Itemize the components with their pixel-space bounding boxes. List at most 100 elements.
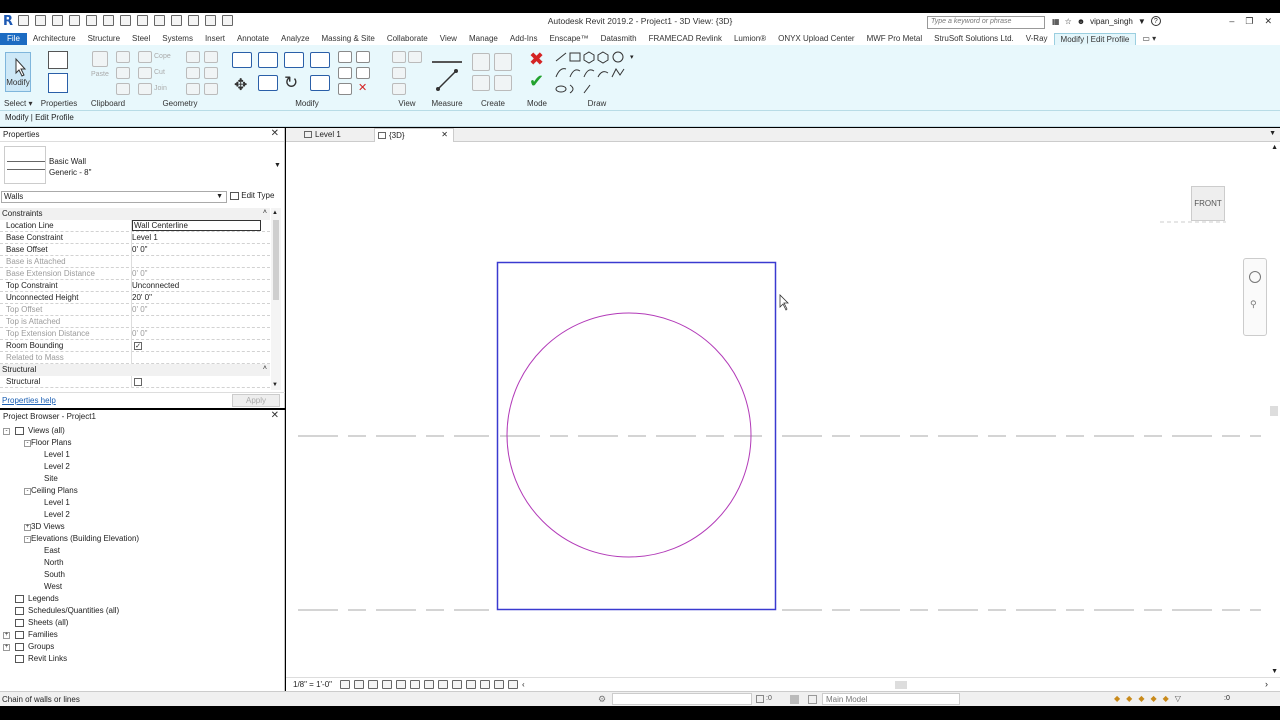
select-underlay-icon[interactable]: ◆	[1126, 694, 1132, 703]
design-option-select[interactable]: Main Model	[822, 693, 960, 705]
apply-button[interactable]: Apply	[232, 394, 280, 407]
filter-icon[interactable]: ▽	[1175, 694, 1181, 703]
tab-modify-edit-profile[interactable]: Modify | Edit Profile	[1053, 33, 1137, 45]
demolish-icon[interactable]	[204, 67, 218, 79]
beam-join-icon[interactable]	[186, 83, 200, 95]
tab-collaborate[interactable]: Collaborate	[381, 33, 434, 45]
tab-insert[interactable]: Insert	[199, 33, 231, 45]
main-model-icon[interactable]	[808, 695, 817, 704]
tab-enscape[interactable]: Enscape™	[543, 33, 594, 45]
minimize-icon[interactable]: –	[1229, 16, 1234, 27]
browser-node[interactable]: Sheets (all)	[28, 618, 68, 627]
help-icon[interactable]: ?	[1150, 16, 1161, 26]
create-parts-icon[interactable]	[494, 53, 512, 71]
type-selector[interactable]: Basic Wall Generic - 8"	[49, 156, 91, 178]
paint-icon[interactable]	[186, 67, 200, 79]
tab-level-1[interactable]: Level 1	[290, 128, 370, 142]
collapse-node-icon[interactable]: -	[24, 536, 31, 543]
browser-node[interactable]: 3D Views	[31, 522, 65, 531]
highlight-displacement-icon[interactable]	[508, 680, 518, 689]
wall-joins-icon[interactable]	[186, 51, 200, 63]
user-name[interactable]: vipan_singh	[1090, 17, 1133, 26]
create-similar-icon[interactable]	[494, 75, 512, 91]
tab-framecad-revlink[interactable]: FRAMECAD Revlink	[643, 33, 728, 45]
user-icon[interactable]: ☻	[1077, 17, 1085, 26]
type-properties-icon[interactable]	[48, 51, 68, 69]
tab-massing-site[interactable]: Massing & Site	[315, 33, 380, 45]
browser-node[interactable]: Schedules/Quantities (all)	[28, 606, 119, 615]
tab-structure[interactable]: Structure	[82, 33, 126, 45]
cut-clip-icon[interactable]	[116, 51, 130, 63]
browser-node[interactable]: West	[44, 582, 62, 591]
property-value[interactable]: Level 1	[132, 233, 158, 242]
match-type-icon[interactable]	[116, 83, 130, 95]
paste-icon[interactable]	[92, 51, 108, 67]
close-window-icon[interactable]: ✕	[1264, 16, 1272, 27]
linework-icon[interactable]	[392, 67, 406, 79]
property-checkbox[interactable]: ✓	[134, 342, 142, 350]
browser-node[interactable]: Level 1	[44, 498, 70, 507]
reveal-hidden-icon[interactable]	[466, 680, 476, 689]
temp-hide-icon[interactable]	[452, 680, 462, 689]
navigation-bar[interactable]: ⚲	[1243, 258, 1267, 336]
tab-analyze[interactable]: Analyze	[275, 33, 315, 45]
property-value[interactable]: 0' 0"	[132, 245, 148, 254]
browser-node[interactable]: Legends	[28, 594, 59, 603]
tab-systems[interactable]: Systems	[156, 33, 199, 45]
collapse-node-icon[interactable]: -	[3, 428, 10, 435]
tabs-dropdown-icon[interactable]: ▼	[1269, 130, 1276, 137]
worksharing-icon[interactable]	[480, 680, 490, 689]
tab-mwf-pro-metal[interactable]: MWF Pro Metal	[861, 33, 929, 45]
measure-distance-icon[interactable]	[432, 51, 462, 63]
expand-node-icon[interactable]: +	[3, 644, 10, 651]
rotate-icon[interactable]: ↻	[284, 73, 298, 93]
scale-icon[interactable]	[356, 67, 370, 79]
tab-architecture[interactable]: Architecture	[27, 33, 82, 45]
properties-help-link[interactable]: Properties help	[2, 396, 56, 405]
browser-node[interactable]: Level 2	[44, 462, 70, 471]
browser-node[interactable]: Level 2	[44, 510, 70, 519]
property-checkbox[interactable]	[134, 378, 142, 386]
crop-view-icon[interactable]	[410, 680, 420, 689]
draw-more-icon[interactable]: ▾	[630, 53, 634, 61]
browser-node[interactable]: East	[44, 546, 60, 555]
browser-node[interactable]: Revit Links	[28, 654, 67, 663]
override-icon[interactable]	[408, 51, 422, 63]
split-gap-icon[interactable]	[356, 51, 370, 63]
modify-button[interactable]: Modify	[5, 52, 31, 92]
property-value[interactable]: 20' 0"	[132, 293, 152, 302]
cart-icon[interactable]: ▼	[1138, 17, 1146, 26]
render-icon[interactable]	[396, 680, 406, 689]
tab-lumion[interactable]: Lumion®	[728, 33, 772, 45]
split-icon[interactable]	[338, 51, 352, 63]
tab-manage[interactable]: Manage	[463, 33, 504, 45]
restore-icon[interactable]: ❐	[1245, 16, 1253, 27]
zoom-icon[interactable]: ⚲	[1250, 299, 1257, 310]
sun-path-icon[interactable]	[368, 680, 378, 689]
lock-view-icon[interactable]	[438, 680, 448, 689]
scroll-up-icon[interactable]: ▲	[1271, 144, 1278, 151]
align-icon[interactable]	[232, 52, 252, 68]
close-properties-icon[interactable]: ✕	[271, 128, 279, 139]
editing-requests-icon[interactable]	[756, 695, 764, 703]
select-by-face-icon[interactable]: ◆	[1150, 694, 1156, 703]
collapse-icon[interactable]: ‹	[522, 680, 525, 689]
tab-3d[interactable]: {3D} ✕	[374, 128, 454, 142]
browser-node[interactable]: Elevations (Building Elevation)	[31, 534, 139, 543]
aligned-dimension-icon[interactable]	[436, 69, 458, 91]
browser-node[interactable]: Ceiling Plans	[31, 486, 78, 495]
offset-icon[interactable]	[258, 52, 278, 68]
draw-tools[interactable]	[554, 49, 634, 95]
select-pinned-icon[interactable]: ◆	[1138, 694, 1144, 703]
collapse-group-icon[interactable]: ˄	[263, 365, 267, 372]
tab-datasmith[interactable]: Datasmith	[595, 33, 643, 45]
browser-node[interactable]: Families	[28, 630, 58, 639]
copy-element-icon[interactable]	[258, 75, 278, 91]
collapse-node-icon[interactable]: -	[24, 440, 31, 447]
worksets-icon[interactable]: ⚙	[598, 694, 606, 705]
drag-elements-icon[interactable]: ◆	[1163, 694, 1169, 703]
property-value[interactable]: Unconnected	[132, 281, 179, 290]
expand-node-icon[interactable]: +	[3, 632, 10, 639]
edit-type-button[interactable]: Edit Type	[230, 191, 274, 200]
select-links-icon[interactable]: ◆	[1114, 694, 1120, 703]
